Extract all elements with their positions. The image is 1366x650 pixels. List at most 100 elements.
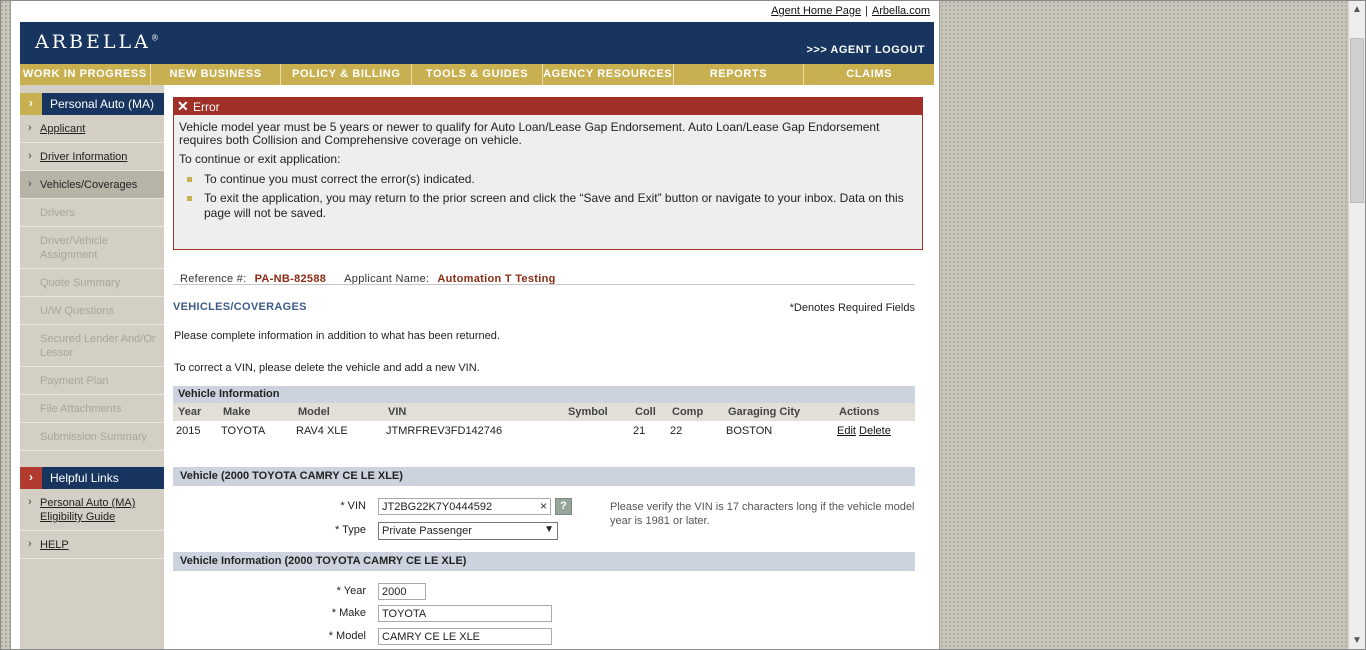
logo-registered-mark: ® xyxy=(150,33,159,43)
vertical-scrollbar[interactable]: ▲ ▼ xyxy=(1348,1,1365,649)
type-selected-value: Private Passenger xyxy=(382,525,472,537)
sidebar-item-drivers: Drivers xyxy=(20,199,164,227)
sidebar-item-submission-summary: Submission Summary xyxy=(20,423,164,451)
model-input[interactable]: CAMRY CE LE XLE xyxy=(378,628,552,645)
sidebar-item-label: Payment Plan xyxy=(40,375,109,387)
chevron-right-icon: › xyxy=(28,150,32,162)
col-vin: VIN xyxy=(383,403,563,421)
sidebar-item-uw-questions: U/W Questions xyxy=(20,297,164,325)
nav-reports[interactable]: REPORTS xyxy=(674,64,805,85)
table-row: 2015 TOYOTA RAV4 XLE JTMRFREV3FD142746 2… xyxy=(173,421,915,441)
agent-home-link[interactable]: Agent Home Page xyxy=(771,5,861,17)
make-label: * Make xyxy=(331,607,366,619)
helpful-links-header: › Helpful Links xyxy=(20,467,164,489)
cell-model: RAV4 XLE xyxy=(296,425,348,437)
vin-correction-text: To correct a VIN, please delete the vehi… xyxy=(174,362,480,374)
sidebar-title: Personal Auto (MA) xyxy=(50,97,155,111)
sidebar-item-applicant[interactable]: › Applicant xyxy=(20,115,164,143)
nav-new-business[interactable]: NEW BUSINESS xyxy=(151,64,282,85)
chevron-right-icon: › xyxy=(20,467,42,489)
model-value: CAMRY CE LE XLE xyxy=(382,631,481,643)
sidebar-item-label: Applicant xyxy=(40,123,86,135)
arbella-com-link[interactable]: Arbella.com xyxy=(872,5,930,17)
scroll-up-icon[interactable]: ▲ xyxy=(1349,1,1365,18)
vin-label: * VIN xyxy=(340,500,366,512)
year-label: * Year xyxy=(336,585,366,597)
help-icon[interactable]: ? xyxy=(555,498,572,515)
helpful-link-help[interactable]: › HELP xyxy=(20,531,164,559)
table-header-row: Year Make Model VIN Symbol Coll Comp Gar… xyxy=(173,403,915,421)
nav-agency-resources[interactable]: AGENCY RESOURCES xyxy=(543,64,674,85)
col-make: Make xyxy=(218,403,293,421)
close-icon: ✕ xyxy=(177,98,189,114)
vehicle-form-header: Vehicle (2000 TOYOTA CAMRY CE LE XLE) xyxy=(173,467,915,486)
divider xyxy=(173,284,915,285)
error-bullet-list: To continue you must correct the error(s… xyxy=(179,172,917,221)
col-model: Model xyxy=(293,403,383,421)
col-symbol: Symbol xyxy=(563,403,630,421)
delete-vehicle-link[interactable]: Delete xyxy=(859,425,891,437)
cell-make: TOYOTA xyxy=(221,425,266,437)
vehicle-information-table: Vehicle Information Year Make Model VIN … xyxy=(173,386,915,441)
sidebar-item-vehicles-coverages[interactable]: › Vehicles/Coverages xyxy=(20,171,164,199)
cell-comp: 22 xyxy=(670,425,683,437)
nav-claims[interactable]: CLAIMS xyxy=(804,64,934,85)
vin-value: JT2BG22K7Y0444592 xyxy=(382,501,493,513)
cell-garaging-city: BOSTON xyxy=(726,425,773,437)
clear-icon[interactable]: × xyxy=(540,499,547,513)
type-select[interactable]: Private Passenger ▼ xyxy=(378,522,558,540)
year-input[interactable]: 2000 xyxy=(378,583,426,600)
chevron-right-icon: › xyxy=(28,122,32,134)
col-coll: Coll xyxy=(630,403,667,421)
col-actions: Actions xyxy=(834,403,915,421)
main-nav: WORK IN PROGRESS NEW BUSINESS POLICY & B… xyxy=(20,64,934,85)
edit-vehicle-link[interactable]: Edit xyxy=(837,425,856,437)
chevron-right-icon: › xyxy=(28,496,32,508)
sidebar-item-label: Driver Information xyxy=(40,151,128,163)
error-bullet: To exit the application, you may return … xyxy=(187,191,917,221)
scroll-thumb[interactable] xyxy=(1350,38,1364,203)
sidebar-item-label: Secured Lender And/Or Lessor xyxy=(40,333,156,359)
nav-policy-billing[interactable]: POLICY & BILLING xyxy=(281,64,413,85)
sidebar-item-driver-information[interactable]: › Driver Information xyxy=(20,143,164,171)
chevron-down-icon: ▼ xyxy=(544,524,554,535)
vehicle-info-form-header: Vehicle Information (2000 TOYOTA CAMRY C… xyxy=(173,552,915,571)
instructions-text: Please complete information in addition … xyxy=(174,330,500,342)
sidebar-item-label: Drivers xyxy=(40,207,75,219)
logo-text: ARBELLA xyxy=(35,31,151,53)
agent-logout-link[interactable]: >>> AGENT LOGOUT xyxy=(806,44,925,56)
error-title-bar: ✕ Error xyxy=(174,98,922,115)
helpful-link-label: Personal Auto (MA) Eligibility Guide xyxy=(40,497,136,523)
page-container: Agent Home Page | Arbella.com ARBELLA® >>>… xyxy=(10,0,940,650)
cell-symbol xyxy=(563,421,630,441)
helpful-link-eligibility-guide[interactable]: › Personal Auto (MA) Eligibility Guide xyxy=(20,489,164,531)
error-panel: ✕ Error Vehicle model year must be 5 year… xyxy=(173,97,923,250)
sidebar-item-label: Vehicles/Coverages xyxy=(40,179,138,191)
chevron-right-icon: › xyxy=(28,178,32,190)
error-title: Error xyxy=(193,100,220,114)
sidebar-step-list: › Applicant › Driver Information › Vehicles… xyxy=(20,115,164,451)
vehicle-table-title: Vehicle Information xyxy=(173,386,915,403)
make-input[interactable]: TOYOTA xyxy=(378,605,552,622)
page-title: VEHICLES/COVERAGES xyxy=(173,301,307,313)
arbella-logo[interactable]: ARBELLA® xyxy=(35,31,159,53)
year-value: 2000 xyxy=(382,586,407,598)
sidebar-item-label: Driver/Vehicle Assignment xyxy=(40,235,108,261)
col-comp: Comp xyxy=(667,403,723,421)
nav-work-in-progress[interactable]: WORK IN PROGRESS xyxy=(20,64,151,85)
vin-help-note: Please verify the VIN is 17 characters l… xyxy=(610,501,915,527)
chevron-right-icon: › xyxy=(20,93,42,115)
chevron-right-icon: › xyxy=(28,538,32,550)
vin-input[interactable]: JT2BG22K7Y0444592 × xyxy=(378,498,551,515)
top-links-separator: | xyxy=(865,5,868,17)
error-message: Vehicle model year must be 5 years or ne… xyxy=(179,120,880,147)
nav-tools-guides[interactable]: TOOLS & GUIDES xyxy=(412,64,543,85)
cell-year: 2015 xyxy=(176,425,201,437)
vehicle-table: Year Make Model VIN Symbol Coll Comp Gar… xyxy=(173,403,915,441)
helpful-links-title: Helpful Links xyxy=(50,471,119,485)
sidebar-item-label: U/W Questions xyxy=(40,305,114,317)
type-label: * Type xyxy=(335,524,366,536)
sidebar-item-driver-vehicle-assignment: Driver/Vehicle Assignment xyxy=(20,227,164,269)
scroll-down-icon[interactable]: ▼ xyxy=(1349,632,1365,649)
cell-vin: JTMRFREV3FD142746 xyxy=(386,425,503,437)
